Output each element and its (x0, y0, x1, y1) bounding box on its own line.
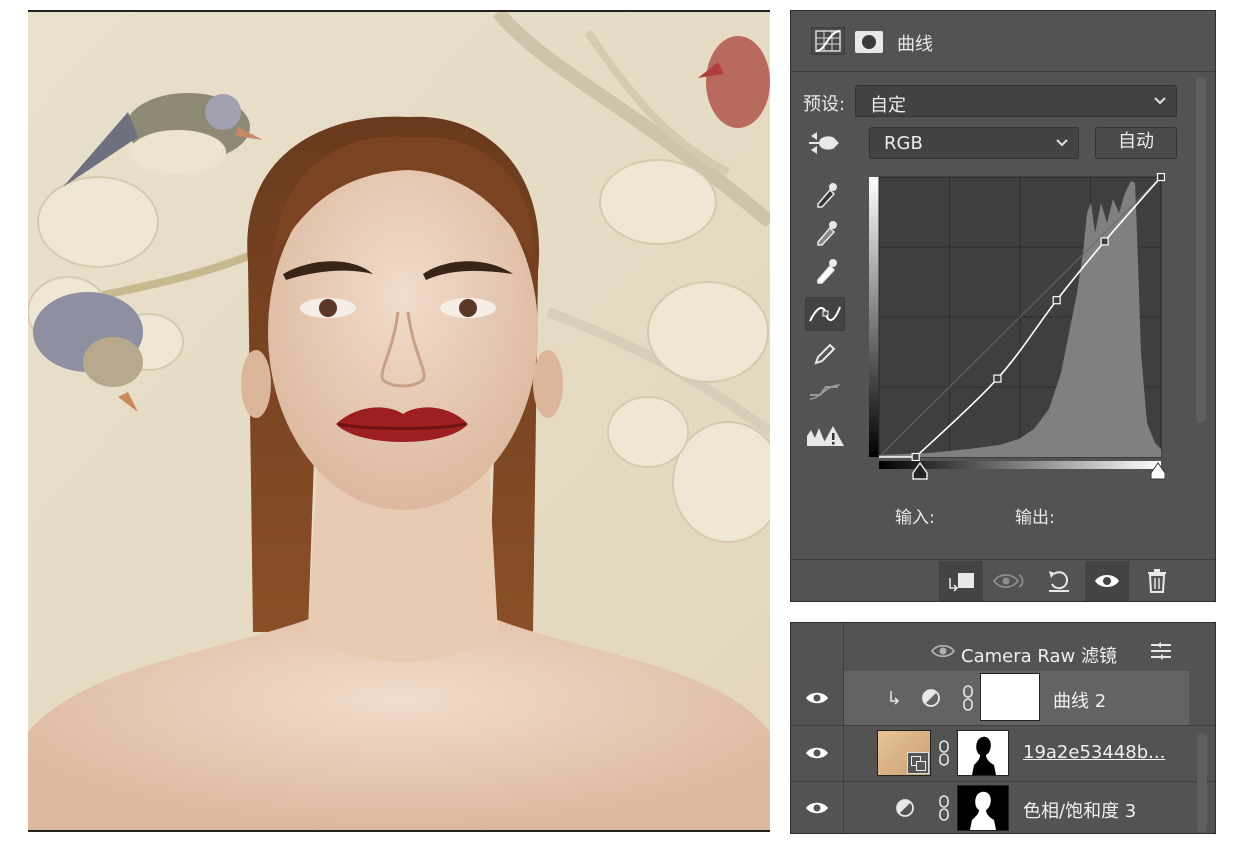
curves-graph-canvas[interactable] (869, 172, 1166, 481)
mask-icon[interactable] (855, 31, 883, 53)
link-icon[interactable] (937, 795, 951, 821)
pencil-icon[interactable] (805, 337, 845, 371)
layer-row-hue-saturation-3[interactable]: 色相/饱和度 3 (791, 781, 1215, 833)
curve-control-point-2[interactable] (1052, 296, 1061, 305)
filter-blending-options-icon[interactable] (1149, 641, 1173, 661)
black-point-eyedropper-icon[interactable] (805, 177, 845, 211)
targeted-adjustment-icon[interactable] (807, 129, 841, 157)
properties-scrollbar-thumb[interactable] (1196, 77, 1206, 423)
reset-icon[interactable] (1037, 561, 1081, 601)
layer-mask-thumbnail[interactable] (980, 673, 1040, 721)
layer-mask-thumbnail[interactable] (957, 730, 1009, 776)
link-icon[interactable] (937, 740, 951, 766)
layer-name[interactable]: 曲线 2 (1053, 687, 1106, 713)
white-point-eyedropper-icon[interactable] (805, 253, 845, 287)
layer-row-smart-object[interactable]: 19a2e53448b... (791, 725, 1215, 782)
filter-name: Camera Raw 滤镜 (961, 646, 1117, 667)
preset-dropdown[interactable]: 自定 (855, 85, 1177, 117)
layers-scrollbar-thumb[interactable] (1197, 733, 1207, 833)
portrait-image (28, 12, 770, 830)
clipping-warning-icon[interactable] (805, 419, 845, 453)
chevron-down-icon (1154, 97, 1166, 105)
curve-control-point-4[interactable] (1156, 172, 1166, 182)
channel-dropdown[interactable]: RGB (869, 127, 1079, 159)
visibility-icon[interactable] (1085, 561, 1129, 601)
filter-visibility-icon[interactable] (931, 643, 955, 659)
curves-graph[interactable] (869, 172, 1166, 481)
channel-value: RGB (884, 133, 923, 154)
curves-adjustment-icon[interactable] (811, 27, 845, 55)
layer-row-camera-raw-filter[interactable]: Camera Raw 滤镜 (791, 629, 1215, 671)
curve-control-point-1[interactable] (993, 374, 1002, 383)
view-previous-state-icon[interactable] (987, 561, 1031, 601)
eye-icon[interactable] (805, 690, 829, 706)
chevron-down-icon (1056, 139, 1068, 147)
properties-footer (791, 559, 1215, 602)
auto-button[interactable]: 自动 (1095, 127, 1177, 159)
preset-label: 预设: (803, 94, 846, 115)
eye-cell[interactable] (791, 781, 844, 833)
curve-control-point-3[interactable] (1100, 237, 1109, 246)
clip-to-layer-icon[interactable] (939, 561, 983, 601)
preset-value: 自定 (870, 95, 906, 116)
eye-icon[interactable] (805, 745, 829, 761)
eye-icon[interactable] (805, 800, 829, 816)
layer-name[interactable]: 19a2e53448b... (1023, 742, 1165, 763)
smooth-curve-icon (805, 375, 845, 409)
layer-name[interactable]: 色相/饱和度 3 (1023, 797, 1136, 823)
curve-points-icon[interactable] (805, 297, 845, 331)
adjustment-layer-icon (922, 689, 940, 707)
gray-point-eyedropper-icon[interactable] (805, 215, 845, 249)
link-icon[interactable] (961, 685, 975, 711)
output-label: 输出: (1015, 508, 1055, 528)
layer-row-curves-2[interactable]: 曲线 2 (791, 671, 1215, 726)
curve-control-point-0[interactable] (911, 452, 920, 462)
eye-cell[interactable] (791, 725, 844, 781)
eye-cell[interactable] (791, 671, 844, 725)
layers-panel: Camera Raw 滤镜 曲线 2 19a2e53448b... 色相/饱和度… (790, 622, 1216, 834)
layer-thumbnail[interactable] (877, 730, 931, 776)
layer-mask-thumbnail[interactable] (957, 785, 1009, 831)
smart-object-badge-icon (907, 752, 929, 774)
photo-canvas (28, 10, 770, 832)
properties-panel: 曲线 预设: 自定 RGB 自动 输入: 输出: (790, 10, 1216, 602)
clipping-arrow-icon (890, 691, 900, 705)
properties-header: 曲线 (791, 11, 1215, 72)
panel-title: 曲线 (897, 34, 933, 55)
input-label: 输入: (895, 508, 935, 528)
adjustment-layer-icon (896, 799, 914, 817)
delete-icon[interactable] (1135, 561, 1179, 601)
